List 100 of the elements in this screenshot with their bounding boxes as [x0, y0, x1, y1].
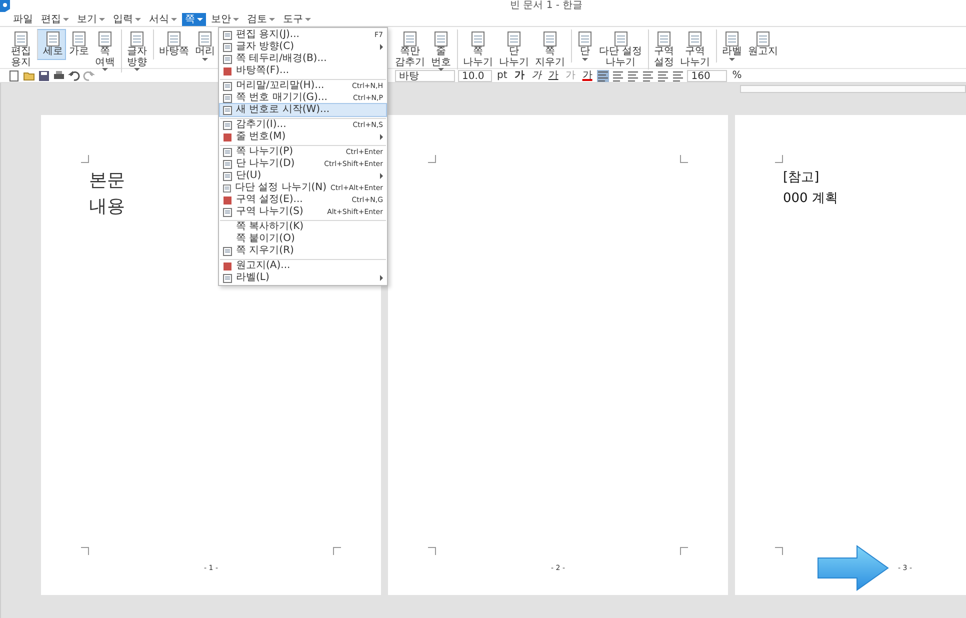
ribbon-button[interactable]: 쪽만 감추기 [392, 29, 428, 70]
menu-item[interactable]: 바탕쪽(F)... [220, 65, 386, 77]
page-icon [724, 31, 740, 47]
align-right-icon [642, 70, 654, 82]
body-text: 본문 [89, 169, 125, 192]
format-button[interactable]: 가 [546, 70, 560, 81]
zoom-unit-dropdown[interactable]: % [730, 70, 744, 81]
ribbon-button[interactable]: 다단 설정 나누기 [596, 29, 646, 70]
caret-icon [305, 18, 311, 20]
menu-label: 감추기(I)... [236, 119, 286, 131]
align-justify-icon [597, 70, 610, 82]
menu-label: 쪽 나누기(P) [236, 146, 294, 158]
redo-icon [83, 70, 95, 82]
menu-label: 원고지(A)... [236, 260, 290, 272]
page-icon [71, 31, 87, 47]
menu-label: 단 나누기(D) [236, 158, 295, 170]
menu-label: 쪽 복사하기(K) [236, 221, 304, 233]
caret-icon [171, 18, 177, 20]
menu-item[interactable]: 서식 [146, 12, 180, 26]
menu-item-icon [223, 54, 232, 64]
caret-icon [582, 58, 588, 60]
ribbon-button[interactable]: 글자 방향 [121, 29, 150, 73]
ribbon-button[interactable]: 머리 [192, 29, 218, 62]
menu-item[interactable]: 쪽 붙이기(O) [220, 233, 386, 245]
menu-item[interactable]: 편집 [38, 12, 72, 26]
menu-item[interactable]: 글자 방향(C) [220, 41, 386, 53]
font-size-field[interactable]: 10.0 [458, 70, 492, 82]
caret-icon [202, 58, 208, 60]
menu-item[interactable]: 새 번호로 시작(W)... [220, 104, 386, 116]
caret-icon [135, 18, 141, 20]
ribbon-button[interactable]: 구역 설정 [648, 29, 678, 70]
menu-item[interactable]: 쪽 [182, 12, 206, 26]
menu-label: 편집 용지(J)... [236, 29, 300, 41]
ribbon-button[interactable]: 편집 용지 [8, 29, 34, 70]
menu-item-icon [223, 148, 232, 156]
menu-label: 구역 나누기(S) [236, 206, 304, 218]
menu-item[interactable]: 도구 [280, 12, 314, 26]
app-logo-icon [0, 0, 10, 12]
menu-label: 다단 설정 나누기(N) [234, 182, 327, 194]
ribbon-button[interactable]: 가로 [66, 29, 92, 60]
caret-icon [729, 58, 736, 60]
menu-label: 쪽 번호 매기기(G)... [236, 92, 328, 104]
page-icon [577, 31, 593, 47]
unit-dropdown[interactable]: pt [495, 70, 510, 81]
menu-label: 단(U) [236, 170, 262, 182]
format-button[interactable]: 가 [529, 70, 544, 81]
ribbon-button[interactable]: 단 나누기 [496, 29, 532, 70]
submenu-arrow-icon [380, 44, 383, 50]
menu-label: 구역 설정(E)... [236, 194, 303, 206]
body-text: 내용 [89, 195, 125, 218]
menu-item[interactable]: 원고지(A)... [220, 259, 386, 272]
menu-item[interactable]: 보안 [208, 12, 242, 26]
ribbon-button[interactable]: 바탕쪽 [153, 29, 192, 60]
page-icon [687, 31, 704, 47]
ribbon-button[interactable]: 구역 나누기 [677, 29, 714, 70]
page-icon [97, 31, 113, 47]
caret-icon [99, 18, 105, 20]
align-center-icon [627, 70, 640, 82]
format-button[interactable]: 가 [580, 70, 594, 81]
page-icon [542, 31, 558, 47]
menu-item[interactable]: 쪽 복사하기(K) [220, 220, 386, 233]
menu-label: 쪽 테두리/배경(B)... [236, 53, 327, 65]
ribbon-button[interactable]: 원고지 [745, 29, 782, 60]
ribbon-button[interactable]: 단 [571, 29, 596, 62]
menu-item[interactable]: 라벨(L) [220, 272, 386, 284]
menu-label: 쪽 붙이기(O) [236, 233, 295, 245]
menu-item[interactable]: 보기 [74, 12, 108, 26]
menu-item-icon [223, 106, 232, 114]
menu-item-icon [223, 246, 232, 256]
right-arrow-icon [817, 545, 889, 591]
page-icon [656, 31, 672, 47]
menu-item[interactable]: 파일 [10, 12, 36, 26]
menu-item[interactable]: 단(U) [220, 170, 386, 182]
ribbon-button[interactable]: 쪽 여백 [92, 29, 118, 73]
new-document-icon [8, 70, 20, 82]
menu-item-icon [223, 160, 232, 168]
menu-label: 글자 방향(C) [236, 41, 294, 53]
caret-icon [197, 18, 203, 20]
menu-item[interactable]: 입력 [110, 12, 144, 26]
font-field[interactable]: 바탕 [395, 70, 455, 82]
page-icon [129, 31, 145, 47]
caret-icon [63, 18, 69, 20]
menu-label: 줄 번호(M) [236, 131, 286, 143]
menu-item[interactable]: 검토 [244, 12, 278, 26]
page-icon [433, 31, 449, 47]
menu-item-icon [223, 196, 232, 204]
menu-item-icon [223, 66, 232, 76]
menu-item[interactable]: 쪽 테두리/배경(B)... [220, 53, 386, 65]
undo-icon [68, 70, 80, 82]
zoom-field[interactable]: 160 [687, 70, 728, 82]
ribbon-button[interactable]: 세로 [37, 29, 66, 60]
caret-icon [233, 18, 239, 20]
menu-item[interactable]: 줄 번호(M) [220, 131, 386, 143]
ribbon-button[interactable]: 라벨 [716, 29, 746, 62]
format-button[interactable]: 가 [512, 70, 526, 81]
page-icon [402, 31, 418, 47]
menu-item-icon [223, 184, 231, 192]
menu-item[interactable]: 쪽 지우기(R) [220, 245, 386, 257]
menu-item-icon [223, 172, 232, 180]
ribbon-button[interactable]: 쪽 지우기 [532, 29, 568, 70]
